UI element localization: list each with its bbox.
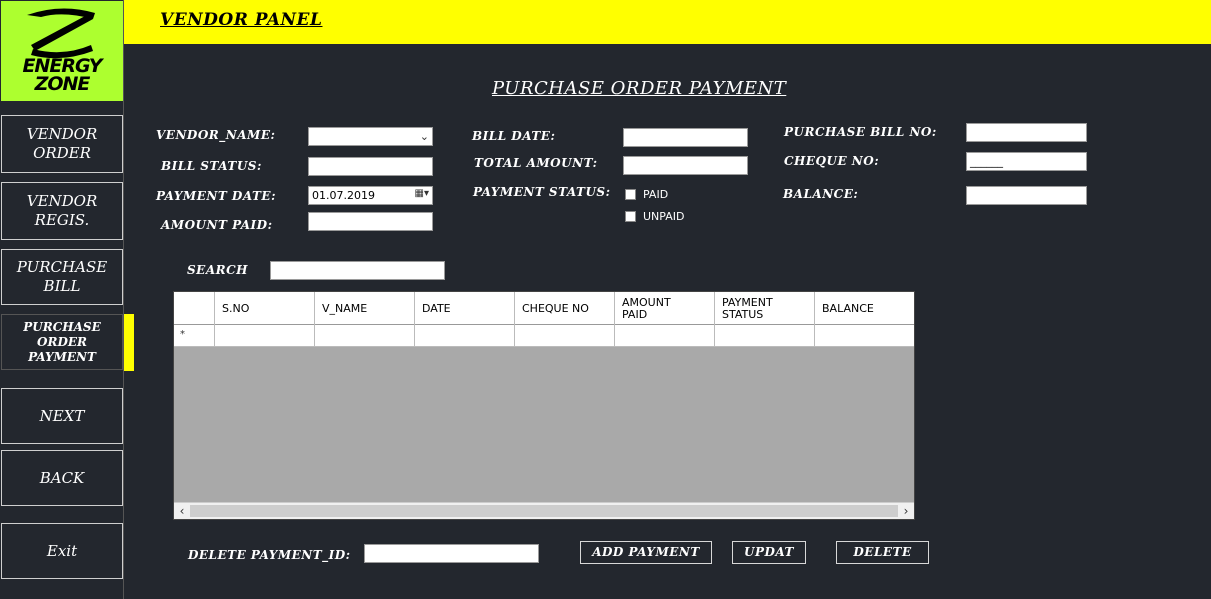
vendor-name-label: VENDOR_NAME:	[156, 128, 276, 142]
update-button[interactable]: UPDAT	[732, 541, 806, 564]
sidebar-item-label: BILL	[43, 277, 81, 295]
sidebar: ENERGY ZONE VENDOR ORDER VENDOR REGIS. PUR…	[0, 0, 124, 599]
column-header-vname[interactable]: V_NAME	[315, 292, 415, 325]
bill-status-label: BILL STATUS:	[161, 159, 262, 173]
amount-paid-label: AMOUNT PAID:	[161, 218, 273, 232]
payment-date-value: 01.07.2019	[312, 189, 375, 202]
unpaid-checkbox[interactable]	[625, 211, 636, 222]
sidebar-item-label: PURCHASE	[16, 258, 108, 276]
exit-button[interactable]: Exit	[1, 523, 123, 579]
bill-date-label: BILL DATE:	[472, 129, 556, 143]
sidebar-item-label: ORDER	[37, 334, 87, 349]
active-item-indicator	[124, 314, 134, 371]
vendor-name-select[interactable]: ⌄	[308, 127, 433, 146]
table-cell[interactable]	[515, 325, 615, 347]
column-header-amount-paid[interactable]: AMOUNT PAID	[615, 292, 715, 325]
table-cell[interactable]	[615, 325, 715, 347]
table-cell[interactable]	[215, 325, 315, 347]
balance-label: BALANCE:	[783, 187, 859, 201]
scrollbar-thumb[interactable]	[190, 505, 898, 517]
payment-status-label: PAYMENT STATUS:	[473, 185, 611, 199]
payment-date-label: PAYMENT DATE:	[156, 189, 277, 203]
sidebar-item-vendor-regis[interactable]: VENDOR REGIS.	[1, 182, 123, 240]
grid-row-header-corner	[174, 292, 215, 325]
paid-checkbox[interactable]	[625, 189, 636, 200]
next-button[interactable]: NEXT	[1, 388, 123, 444]
sidebar-item-vendor-order[interactable]: VENDOR ORDER	[1, 115, 123, 173]
page-title: PURCHASE ORDER PAYMENT	[492, 78, 787, 99]
logo-text-line2: ZONE	[34, 73, 91, 95]
bill-date-field[interactable]	[623, 128, 748, 147]
column-header-date[interactable]: DATE	[415, 292, 515, 325]
search-input[interactable]	[270, 261, 445, 280]
column-header-sno[interactable]: S.NO	[215, 292, 315, 325]
header-title: VENDOR PANEL	[160, 10, 323, 30]
sidebar-item-label: PAYMENT	[28, 349, 96, 364]
scroll-right-icon[interactable]: ›	[898, 503, 914, 520]
calendar-icon[interactable]: ▦▾	[415, 188, 429, 199]
balance-field[interactable]	[966, 186, 1087, 205]
table-cell[interactable]	[415, 325, 515, 347]
sidebar-item-purchase-order-payment[interactable]: PURCHASE ORDER PAYMENT	[1, 314, 123, 370]
paid-label: PAID	[643, 188, 669, 201]
logo: ENERGY ZONE	[1, 1, 123, 101]
column-header-cheque-no[interactable]: CHEQUE NO	[515, 292, 615, 325]
table-cell[interactable]	[815, 325, 914, 347]
table-cell[interactable]	[315, 325, 415, 347]
back-button[interactable]: BACK	[1, 450, 123, 506]
total-amount-field[interactable]	[623, 156, 748, 175]
cheque-no-label: CHEQUE NO:	[784, 154, 880, 168]
amount-paid-field[interactable]	[308, 212, 433, 231]
table-row[interactable]: *	[174, 325, 914, 347]
sidebar-item-label: PURCHASE	[23, 319, 101, 334]
new-row-marker: *	[180, 329, 185, 340]
delete-payment-id-field[interactable]	[364, 544, 539, 563]
total-amount-label: TOTAL AMOUNT:	[474, 156, 598, 170]
purchase-bill-no-field[interactable]	[966, 123, 1087, 142]
payments-grid[interactable]: S.NO V_NAME DATE CHEQUE NO AMOUNT PAID P…	[173, 291, 915, 520]
chevron-down-icon: ⌄	[419, 130, 429, 143]
grid-header: S.NO V_NAME DATE CHEQUE NO AMOUNT PAID P…	[174, 292, 914, 325]
sidebar-item-purchase-bill[interactable]: PURCHASE BILL	[1, 249, 123, 305]
sidebar-item-label: ORDER	[33, 144, 91, 162]
horizontal-scrollbar[interactable]: ‹ ›	[174, 502, 914, 519]
column-header-payment-status[interactable]: PAYMENT STATUS	[715, 292, 815, 325]
delete-payment-id-label: DELETE PAYMENT_ID:	[188, 548, 351, 562]
scroll-left-icon[interactable]: ‹	[174, 503, 190, 520]
bill-status-field[interactable]	[308, 157, 433, 176]
row-header-cell[interactable]: *	[174, 325, 215, 347]
sidebar-item-label: VENDOR	[26, 125, 98, 143]
sidebar-item-label: REGIS.	[34, 211, 90, 229]
unpaid-label: UNPAID	[643, 210, 685, 223]
table-cell[interactable]	[715, 325, 815, 347]
delete-button[interactable]: DELETE	[836, 541, 929, 564]
search-label: SEARCH	[187, 263, 248, 277]
header-bar: VENDOR PANEL	[124, 0, 1211, 44]
payment-date-picker[interactable]: 01.07.2019 ▦▾	[308, 186, 433, 205]
column-header-balance[interactable]: BALANCE	[815, 292, 914, 325]
cheque-no-value: ______	[970, 155, 1003, 168]
sidebar-item-label: VENDOR	[26, 192, 98, 210]
add-payment-button[interactable]: ADD PAYMENT	[580, 541, 712, 564]
cheque-no-field[interactable]: ______	[966, 152, 1087, 171]
purchase-bill-no-label: PURCHASE BILL NO:	[784, 125, 937, 139]
